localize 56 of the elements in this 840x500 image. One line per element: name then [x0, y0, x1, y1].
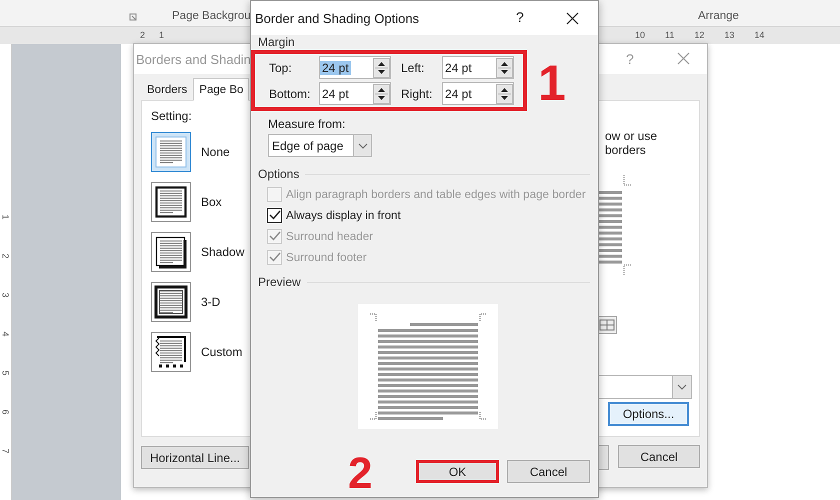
- ruler-number: 1: [159, 30, 164, 40]
- field-value: 24 pt: [444, 60, 473, 74]
- checkbox-label: Always display in front: [286, 208, 401, 222]
- field-value: 24 pt: [321, 86, 350, 100]
- spin-field[interactable]: 24 pt: [442, 56, 514, 79]
- horizontal-line-button[interactable]: Horizontal Line...: [141, 446, 249, 469]
- setting-option-label[interactable]: Box: [201, 195, 222, 209]
- ruler-number: 12: [694, 30, 704, 40]
- spin-field[interactable]: 24 pt: [319, 82, 391, 105]
- ok-button[interactable]: OK: [416, 460, 499, 483]
- ruler-number: 10: [635, 30, 646, 40]
- spin-field[interactable]: 24 pt: [442, 82, 514, 105]
- field-label: Right:: [401, 86, 434, 100]
- hint-text: ow or use borders: [605, 129, 658, 157]
- field-label: Left:: [401, 60, 426, 74]
- field-label: Top:: [269, 60, 293, 74]
- setting-option-label[interactable]: Shadow: [201, 245, 244, 259]
- field-label: Measure from:: [268, 117, 346, 131]
- ribbon-group-label: Page Backgrou: [172, 10, 251, 22]
- setting-option-label[interactable]: Custom: [201, 345, 242, 359]
- ruler-number: 5: [0, 370, 10, 376]
- ruler-number: 4: [0, 332, 10, 336]
- step-number: 2: [348, 452, 372, 496]
- dialog-title: Border and Shading Options: [255, 11, 420, 26]
- checkbox-label: Align paragraph borders and table edges with page border: [286, 188, 586, 200]
- setting-option-label[interactable]: None: [201, 145, 230, 159]
- help-button[interactable]: ?: [516, 9, 524, 25]
- ruler-number: 6: [0, 410, 10, 414]
- ruler-number: 11: [665, 30, 674, 40]
- dropdown[interactable]: Edge of page: [268, 134, 372, 157]
- field-value: 24 pt: [320, 60, 351, 74]
- ruler-number: 7: [0, 448, 10, 454]
- tab[interactable]: Page Bo: [193, 78, 250, 101]
- dialog-title: Borders and Shadin: [136, 52, 251, 67]
- checkbox-label: Surround header: [286, 230, 374, 242]
- field-value: 24 pt: [444, 86, 473, 100]
- group-label: Margin: [258, 35, 296, 49]
- options-button[interactable]: Options...: [608, 402, 689, 426]
- ruler-number: 14: [754, 30, 764, 40]
- group-label: Preview: [258, 275, 301, 289]
- ribbon-group-label: Arrange: [698, 10, 739, 22]
- ruler-number: 13: [724, 30, 734, 40]
- cancel-button[interactable]: Cancel: [507, 460, 590, 483]
- setting-option-label[interactable]: 3-D: [201, 295, 220, 309]
- ruler-number: 2: [0, 254, 10, 258]
- cancel-button[interactable]: Cancel: [618, 445, 700, 468]
- ruler-number: 2: [140, 30, 146, 40]
- spin-field[interactable]: 24 pt: [319, 56, 391, 79]
- step-number: 1: [538, 58, 566, 108]
- ruler-number: 1: [0, 214, 10, 220]
- ruler-number: 3: [0, 292, 10, 298]
- group-label: Options: [258, 167, 300, 181]
- tab[interactable]: Borders: [141, 78, 194, 101]
- field-label: Bottom:: [269, 86, 312, 100]
- checkbox-label: Surround footer: [286, 250, 367, 264]
- setting-label: Setting:: [151, 109, 193, 123]
